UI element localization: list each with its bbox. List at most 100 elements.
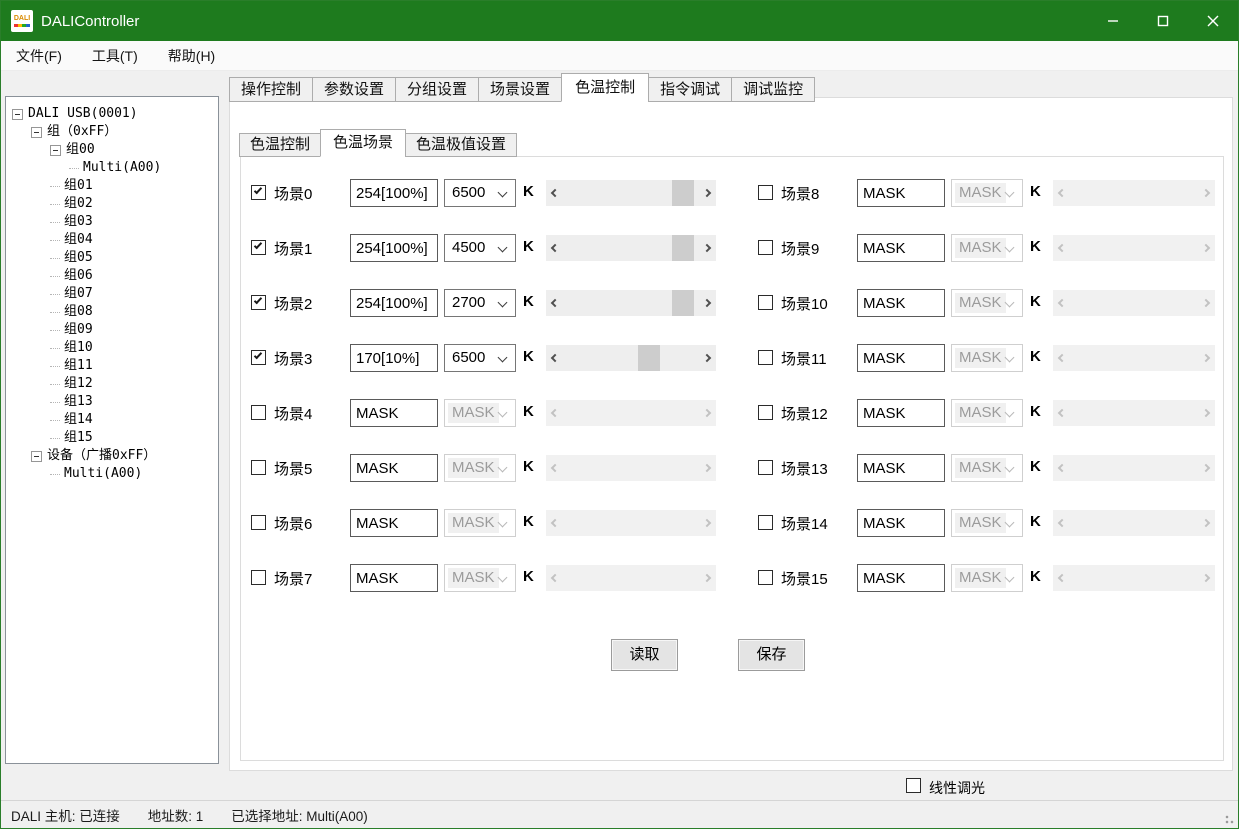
scene-level-input[interactable] [857, 399, 945, 427]
scrollbar-thumb[interactable] [672, 290, 694, 316]
minimize-button[interactable] [1088, 1, 1138, 41]
sub-tab[interactable]: 色温场景 [320, 129, 406, 157]
scroll-left-icon[interactable] [546, 345, 563, 371]
sub-tab[interactable]: 色温极值设置 [405, 133, 517, 157]
scene-level-scrollbar[interactable] [1053, 455, 1215, 481]
scene-checkbox[interactable] [251, 350, 266, 365]
scene-checkbox[interactable] [251, 515, 266, 530]
scene-level-input[interactable] [350, 179, 438, 207]
linear-dimming-checkbox[interactable] [906, 778, 921, 793]
scroll-left-icon[interactable] [1053, 235, 1070, 261]
tree-node[interactable]: DALI USB(0001) [6, 105, 218, 123]
scene-level-scrollbar[interactable] [546, 345, 716, 371]
scene-level-scrollbar[interactable] [1053, 235, 1215, 261]
scene-colortemp-select[interactable]: 2700 [444, 289, 516, 317]
scene-colortemp-select[interactable]: MASK [951, 179, 1023, 207]
scene-level-scrollbar[interactable] [1053, 565, 1215, 591]
tree-node[interactable]: 组01 [6, 177, 218, 195]
scroll-right-icon[interactable] [699, 290, 716, 316]
scene-level-input[interactable] [857, 344, 945, 372]
scroll-left-icon[interactable] [546, 455, 563, 481]
scroll-right-icon[interactable] [1198, 345, 1215, 371]
scroll-right-icon[interactable] [1198, 235, 1215, 261]
tree-node[interactable]: 组08 [6, 303, 218, 321]
scene-colortemp-select[interactable]: MASK [444, 564, 516, 592]
scroll-left-icon[interactable] [1053, 565, 1070, 591]
tree-node[interactable]: 组02 [6, 195, 218, 213]
scrollbar-thumb[interactable] [638, 345, 660, 371]
scene-level-input[interactable] [857, 509, 945, 537]
scene-level-input[interactable] [857, 234, 945, 262]
scene-checkbox[interactable] [758, 295, 773, 310]
scene-level-input[interactable] [350, 454, 438, 482]
tree-node[interactable]: 组15 [6, 429, 218, 447]
scroll-left-icon[interactable] [1053, 180, 1070, 206]
tree-expander-minus-icon[interactable] [31, 451, 42, 462]
scroll-right-icon[interactable] [699, 180, 716, 206]
main-tab[interactable]: 分组设置 [395, 77, 479, 102]
resize-grip[interactable] [1222, 812, 1234, 824]
scrollbar-thumb[interactable] [672, 180, 694, 206]
scene-level-scrollbar[interactable] [1053, 180, 1215, 206]
tree-expander-minus-icon[interactable] [31, 127, 42, 138]
maximize-button[interactable] [1138, 1, 1188, 41]
scene-level-scrollbar[interactable] [546, 510, 716, 536]
tree-node[interactable]: 组07 [6, 285, 218, 303]
scene-checkbox[interactable] [758, 460, 773, 475]
scroll-right-icon[interactable] [699, 510, 716, 536]
scroll-left-icon[interactable] [546, 290, 563, 316]
scene-level-scrollbar[interactable] [1053, 510, 1215, 536]
scene-level-scrollbar[interactable] [1053, 290, 1215, 316]
scroll-left-icon[interactable] [1053, 345, 1070, 371]
main-tab[interactable]: 指令调试 [648, 77, 732, 102]
scroll-left-icon[interactable] [1053, 455, 1070, 481]
scroll-right-icon[interactable] [1198, 290, 1215, 316]
scene-level-input[interactable] [350, 344, 438, 372]
tree-node[interactable]: 组04 [6, 231, 218, 249]
tree-node[interactable]: 组06 [6, 267, 218, 285]
scene-colortemp-select[interactable]: MASK [951, 234, 1023, 262]
tree-node[interactable]: 组13 [6, 393, 218, 411]
tree-node[interactable]: 组12 [6, 375, 218, 393]
scroll-right-icon[interactable] [1198, 400, 1215, 426]
scene-checkbox[interactable] [758, 185, 773, 200]
scroll-right-icon[interactable] [699, 400, 716, 426]
scene-colortemp-select[interactable]: 4500 [444, 234, 516, 262]
scene-level-input[interactable] [350, 509, 438, 537]
tree-node[interactable]: 组00 [6, 141, 218, 159]
scene-level-scrollbar[interactable] [546, 290, 716, 316]
tree-node[interactable]: 组14 [6, 411, 218, 429]
scene-checkbox[interactable] [758, 405, 773, 420]
scene-level-input[interactable] [350, 234, 438, 262]
scene-colortemp-select[interactable]: MASK [951, 454, 1023, 482]
tree-node[interactable]: 设备（广播0xFF） [6, 447, 218, 465]
main-tab[interactable]: 调试监控 [731, 77, 815, 102]
scene-level-input[interactable] [350, 399, 438, 427]
tree-node[interactable]: 组（0xFF） [6, 123, 218, 141]
scene-checkbox[interactable] [251, 405, 266, 420]
scroll-left-icon[interactable] [1053, 400, 1070, 426]
scene-level-input[interactable] [857, 289, 945, 317]
scene-checkbox[interactable] [758, 570, 773, 585]
scroll-left-icon[interactable] [1053, 290, 1070, 316]
scroll-left-icon[interactable] [1053, 510, 1070, 536]
scene-checkbox[interactable] [251, 460, 266, 475]
tree-expander-minus-icon[interactable] [12, 109, 23, 120]
tree-node[interactable]: 组10 [6, 339, 218, 357]
scroll-left-icon[interactable] [546, 400, 563, 426]
tree-node[interactable]: 组03 [6, 213, 218, 231]
scene-level-scrollbar[interactable] [546, 235, 716, 261]
scroll-left-icon[interactable] [546, 235, 563, 261]
scene-colortemp-select[interactable]: MASK [444, 399, 516, 427]
menu-item[interactable]: 工具(T) [77, 41, 153, 70]
scene-colortemp-select[interactable]: MASK [951, 509, 1023, 537]
scroll-right-icon[interactable] [699, 455, 716, 481]
scene-level-input[interactable] [350, 289, 438, 317]
scrollbar-thumb[interactable] [672, 235, 694, 261]
save-button[interactable]: 保存 [738, 639, 805, 671]
scene-colortemp-select[interactable]: 6500 [444, 344, 516, 372]
main-tab[interactable]: 操作控制 [229, 77, 313, 102]
scroll-right-icon[interactable] [699, 565, 716, 591]
scroll-right-icon[interactable] [1198, 510, 1215, 536]
scene-checkbox[interactable] [758, 350, 773, 365]
